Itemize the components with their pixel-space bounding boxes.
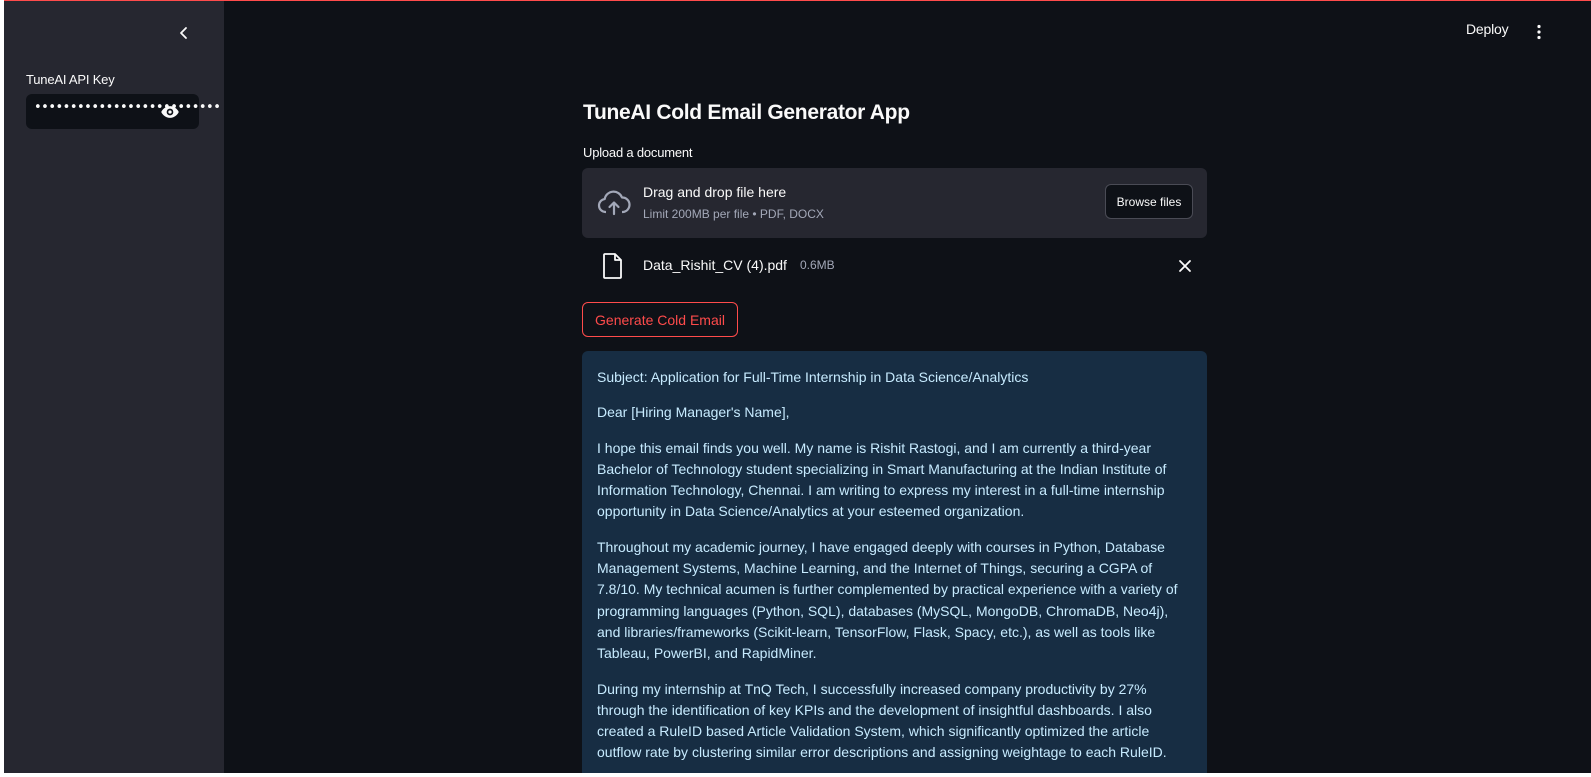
file-name: Data_Rishit_CV (4).pdf: [643, 257, 787, 273]
file-dropzone[interactable]: Drag and drop file here Limit 200MB per …: [582, 168, 1207, 238]
kebab-menu-icon[interactable]: [1530, 23, 1548, 41]
sidebar: TuneAI API Key •••••••••••••••••••••••••…: [4, 1, 224, 773]
generated-email-box: Subject: Application for Full-Time Inter…: [582, 351, 1207, 773]
api-key-value[interactable]: ••••••••••••••••••••••••••: [34, 100, 221, 115]
file-size: 0.6MB: [800, 258, 835, 272]
generate-cold-email-button[interactable]: Generate Cold Email: [582, 302, 738, 337]
app-frame: TuneAI API Key •••••••••••••••••••••••••…: [4, 0, 1591, 773]
cloud-upload-icon: [597, 186, 631, 220]
email-paragraph-internship: During my internship at TnQ Tech, I succ…: [597, 680, 1167, 761]
uploaded-file-row: Data_Rishit_CV (4).pdf 0.6MB: [582, 249, 1207, 283]
dropzone-main-text: Drag and drop file here: [643, 184, 787, 200]
api-key-input[interactable]: ••••••••••••••••••••••••••: [26, 94, 221, 129]
api-key-label: TuneAI API Key: [26, 72, 115, 87]
eye-icon[interactable]: [160, 102, 180, 122]
chevron-left-icon[interactable]: [172, 21, 196, 45]
email-paragraph-intro: I hope this email finds you well. My nam…: [597, 439, 1167, 520]
email-greeting: Dear [Hiring Manager's Name],: [597, 404, 790, 421]
dropzone-limit-text: Limit 200MB per file • PDF, DOCX: [643, 207, 824, 221]
file-icon: [601, 252, 625, 280]
deploy-button[interactable]: Deploy: [1466, 21, 1509, 37]
close-icon[interactable]: [1176, 257, 1194, 275]
email-paragraph-academic: Throughout my academic journey, I have e…: [597, 538, 1178, 662]
email-subject: Subject: Application for Full-Time Inter…: [597, 369, 1029, 385]
upload-label: Upload a document: [583, 145, 693, 160]
page-title: TuneAI Cold Email Generator App: [583, 101, 910, 124]
browse-files-button[interactable]: Browse files: [1105, 184, 1193, 219]
